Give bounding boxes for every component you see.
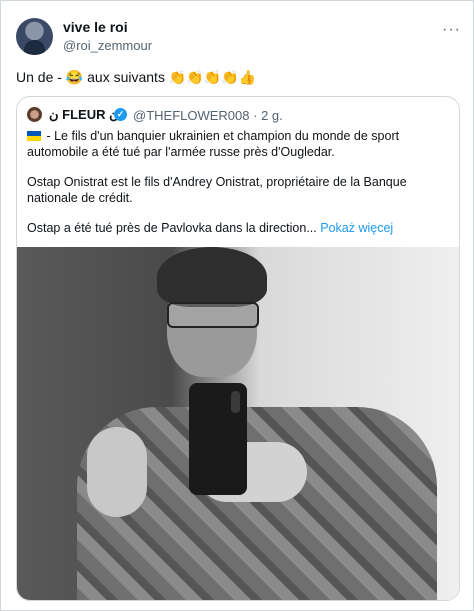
more-dots-icon[interactable]: ··· [442, 21, 461, 39]
quoted-paragraph-1: - Le fils d'un banquier ukrainien et cha… [27, 129, 400, 159]
quoted-photo[interactable] [17, 247, 459, 600]
photo-hand-left [87, 427, 147, 517]
tweet-card[interactable]: vive le roi @roi_zemmour ··· Un de - 😂 a… [0, 0, 474, 611]
photo-hair [157, 247, 267, 307]
quoted-body: - Le fils d'un banquier ukrainien et cha… [27, 128, 449, 250]
quoted-name[interactable]: ن FLEUR ن [49, 107, 119, 123]
author-handle[interactable]: @roi_zemmour [63, 38, 152, 53]
photo-glasses [167, 302, 259, 328]
quoted-handle-time: @THEFLOWER008 · 2 g. [133, 108, 283, 123]
ukraine-flag-icon [27, 131, 41, 141]
quoted-avatar[interactable] [27, 107, 42, 122]
show-more-link[interactable]: Pokaż więcej [320, 221, 393, 235]
post-text: Un de - 😂 aux suivants 👏👏👏👏👍 [16, 69, 256, 85]
quoted-paragraph-2: Ostap Onistrat est le fils d'Andrey Onis… [27, 175, 407, 205]
photo-phone-camera [231, 391, 240, 413]
author-avatar[interactable] [16, 18, 53, 55]
author-name[interactable]: vive le roi [63, 19, 128, 35]
quoted-tweet[interactable]: ن FLEUR ن ✓ @THEFLOWER008 · 2 g. - Le fi… [16, 96, 460, 601]
quoted-handle[interactable]: @THEFLOWER008 [133, 108, 250, 123]
quoted-time[interactable]: · 2 g. [253, 108, 283, 123]
quoted-paragraph-3: Ostap a été tué près de Pavlovka dans la… [27, 221, 394, 235]
verified-badge-icon: ✓ [114, 108, 127, 121]
